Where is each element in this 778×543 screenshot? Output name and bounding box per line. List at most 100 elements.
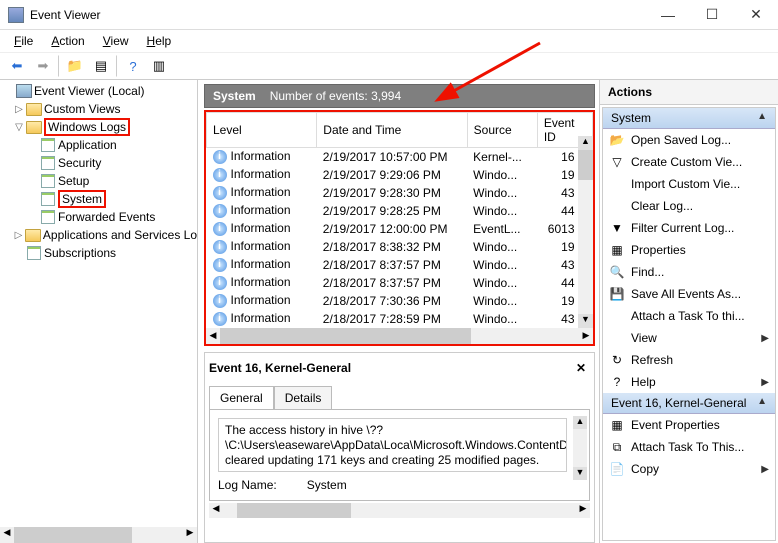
menu-action[interactable]: Action bbox=[43, 32, 92, 50]
action-item[interactable]: ▽Create Custom Vie... bbox=[603, 151, 775, 173]
menu-help[interactable]: Help bbox=[139, 32, 180, 50]
cell-datetime: 2/18/2017 7:28:59 PM bbox=[317, 310, 467, 328]
action-item[interactable]: Import Custom Vie... bbox=[603, 173, 775, 195]
tree-app-services[interactable]: ▷ Applications and Services Lo bbox=[2, 226, 197, 244]
action-item[interactable]: ▼Filter Current Log... bbox=[603, 217, 775, 239]
back-button[interactable]: ⬅ bbox=[6, 55, 28, 77]
pane-button[interactable]: ▤ bbox=[90, 55, 112, 77]
table-row[interactable]: iInformation 2/18/2017 7:28:59 PM Windo.… bbox=[207, 310, 593, 328]
nav-tree[interactable]: Event Viewer (Local) ▷ Custom Views ▽ Wi… bbox=[0, 80, 198, 543]
tab-general[interactable]: General bbox=[209, 386, 274, 410]
tree-forwarded[interactable]: Forwarded Events bbox=[2, 208, 197, 226]
action-item[interactable]: ▦Event Properties bbox=[603, 414, 775, 436]
action-item[interactable]: 💾Save All Events As... bbox=[603, 283, 775, 305]
refresh-button[interactable]: ▥ bbox=[148, 55, 170, 77]
col-level[interactable]: Level bbox=[207, 113, 317, 148]
cell-datetime: 2/18/2017 8:37:57 PM bbox=[317, 274, 467, 292]
action-item[interactable]: ▦Properties bbox=[603, 239, 775, 261]
table-row[interactable]: iInformation 2/18/2017 8:38:32 PM Windo.… bbox=[207, 238, 593, 256]
action-icon: 📂 bbox=[609, 132, 625, 148]
action-item[interactable]: 📄Copy▶ bbox=[603, 458, 775, 480]
info-icon: i bbox=[213, 312, 227, 326]
action-icon: ▽ bbox=[609, 154, 625, 170]
expand-icon[interactable]: ▷ bbox=[12, 230, 25, 241]
tree-subscriptions[interactable]: Subscriptions bbox=[2, 244, 197, 262]
cell-source: Kernel-... bbox=[467, 148, 537, 166]
action-item[interactable]: Clear Log... bbox=[603, 195, 775, 217]
tree-setup[interactable]: Setup bbox=[2, 172, 197, 190]
action-item[interactable]: Attach a Task To thi... bbox=[603, 305, 775, 327]
forward-button[interactable]: ➡ bbox=[32, 55, 54, 77]
table-row[interactable]: iInformation 2/18/2017 8:37:57 PM Windo.… bbox=[207, 274, 593, 292]
cell-level: Information bbox=[231, 203, 291, 217]
maximize-button[interactable]: ☐ bbox=[690, 1, 734, 29]
menu-file[interactable]: File bbox=[6, 32, 41, 50]
tab-details[interactable]: Details bbox=[274, 386, 333, 410]
action-label: Attach a Task To thi... bbox=[631, 309, 769, 323]
action-label: Refresh bbox=[631, 353, 769, 367]
action-item[interactable]: ↻ Refresh bbox=[603, 349, 775, 371]
action-item[interactable]: 📂 Open Saved Log... bbox=[603, 129, 775, 151]
action-icon: ▦ bbox=[609, 242, 625, 258]
table-row[interactable]: iInformation 2/18/2017 7:30:36 PM Windo.… bbox=[207, 292, 593, 310]
cell-datetime: 2/19/2017 10:57:00 PM bbox=[317, 148, 467, 166]
cell-level: Information bbox=[231, 149, 291, 163]
event-list[interactable]: Level Date and Time Source Event ID iInf… bbox=[204, 110, 595, 346]
show-hide-button[interactable]: 📁 bbox=[64, 55, 86, 77]
collapse-icon[interactable]: ▽ bbox=[12, 122, 26, 133]
tree-windows-logs[interactable]: ▽ Windows Logs bbox=[2, 118, 197, 136]
info-icon: i bbox=[213, 204, 227, 218]
list-header-bar: System Number of events: 3,994 bbox=[204, 84, 595, 108]
collapse-icon[interactable]: ▲ bbox=[757, 396, 767, 410]
actions-section-event[interactable]: Event 16, Kernel-General ▲ bbox=[603, 393, 775, 414]
expand-icon[interactable]: ▷ bbox=[12, 104, 26, 115]
action-item[interactable]: ⧉Attach Task To This... bbox=[603, 436, 775, 458]
info-icon: i bbox=[213, 186, 227, 200]
help-button[interactable]: ? bbox=[122, 55, 144, 77]
action-icon: ↻ bbox=[609, 352, 625, 368]
submenu-icon: ▶ bbox=[761, 464, 769, 475]
tree-root[interactable]: Event Viewer (Local) bbox=[2, 82, 197, 100]
cell-source: Windo... bbox=[467, 256, 537, 274]
action-item[interactable]: 🔍Find... bbox=[603, 261, 775, 283]
table-row[interactable]: iInformation 2/19/2017 9:28:30 PM Windo.… bbox=[207, 184, 593, 202]
submenu-icon: ▶ bbox=[761, 333, 769, 344]
collapse-icon[interactable]: ▲ bbox=[757, 111, 767, 125]
list-v-scrollbar[interactable]: ▲ ▼ bbox=[578, 136, 593, 328]
tree-security[interactable]: Security bbox=[2, 154, 197, 172]
minimize-button[interactable]: — bbox=[646, 1, 690, 29]
action-label: Open Saved Log... bbox=[631, 133, 769, 147]
tree-application[interactable]: Application bbox=[2, 136, 197, 154]
tree-label: Applications and Services Lo bbox=[43, 228, 197, 242]
detail-close-button[interactable]: ✕ bbox=[572, 361, 590, 375]
menu-view[interactable]: View bbox=[95, 32, 137, 50]
list-h-scrollbar[interactable]: ◀▶ bbox=[206, 328, 593, 344]
detail-v-scrollbar[interactable]: ▲▼ bbox=[573, 416, 587, 480]
cell-source: Windo... bbox=[467, 202, 537, 220]
tree-custom-views[interactable]: ▷ Custom Views bbox=[2, 100, 197, 118]
action-item[interactable]: ?Help▶ bbox=[603, 371, 775, 393]
actions-section-system[interactable]: System ▲ bbox=[603, 108, 775, 129]
table-row[interactable]: iInformation 2/19/2017 12:00:00 PM Event… bbox=[207, 220, 593, 238]
table-row[interactable]: iInformation 2/19/2017 9:29:06 PM Windo.… bbox=[207, 166, 593, 184]
tree-h-scrollbar[interactable]: ◀ ▶ bbox=[0, 527, 197, 543]
action-icon: 📄 bbox=[609, 461, 625, 477]
cell-datetime: 2/18/2017 8:38:32 PM bbox=[317, 238, 467, 256]
col-datetime[interactable]: Date and Time bbox=[317, 113, 467, 148]
close-button[interactable]: ✕ bbox=[734, 1, 778, 29]
cell-datetime: 2/18/2017 7:30:36 PM bbox=[317, 292, 467, 310]
col-source[interactable]: Source bbox=[467, 113, 537, 148]
action-icon: ▦ bbox=[609, 417, 625, 433]
detail-h-scrollbar[interactable]: ◀ ▶ bbox=[209, 503, 590, 518]
info-icon: i bbox=[213, 294, 227, 308]
table-row[interactable]: iInformation 2/19/2017 10:57:00 PM Kerne… bbox=[207, 148, 593, 166]
logname-label: Log Name: bbox=[218, 478, 277, 492]
table-row[interactable]: iInformation 2/18/2017 8:37:57 PM Windo.… bbox=[207, 256, 593, 274]
table-row[interactable]: iInformation 2/19/2017 9:28:25 PM Windo.… bbox=[207, 202, 593, 220]
tree-system[interactable]: System bbox=[2, 190, 197, 208]
log-icon bbox=[40, 210, 56, 224]
action-item[interactable]: View▶ bbox=[603, 327, 775, 349]
cell-level: Information bbox=[231, 275, 291, 289]
header-count-label: Number of events: bbox=[270, 89, 368, 103]
log-icon bbox=[40, 138, 56, 152]
